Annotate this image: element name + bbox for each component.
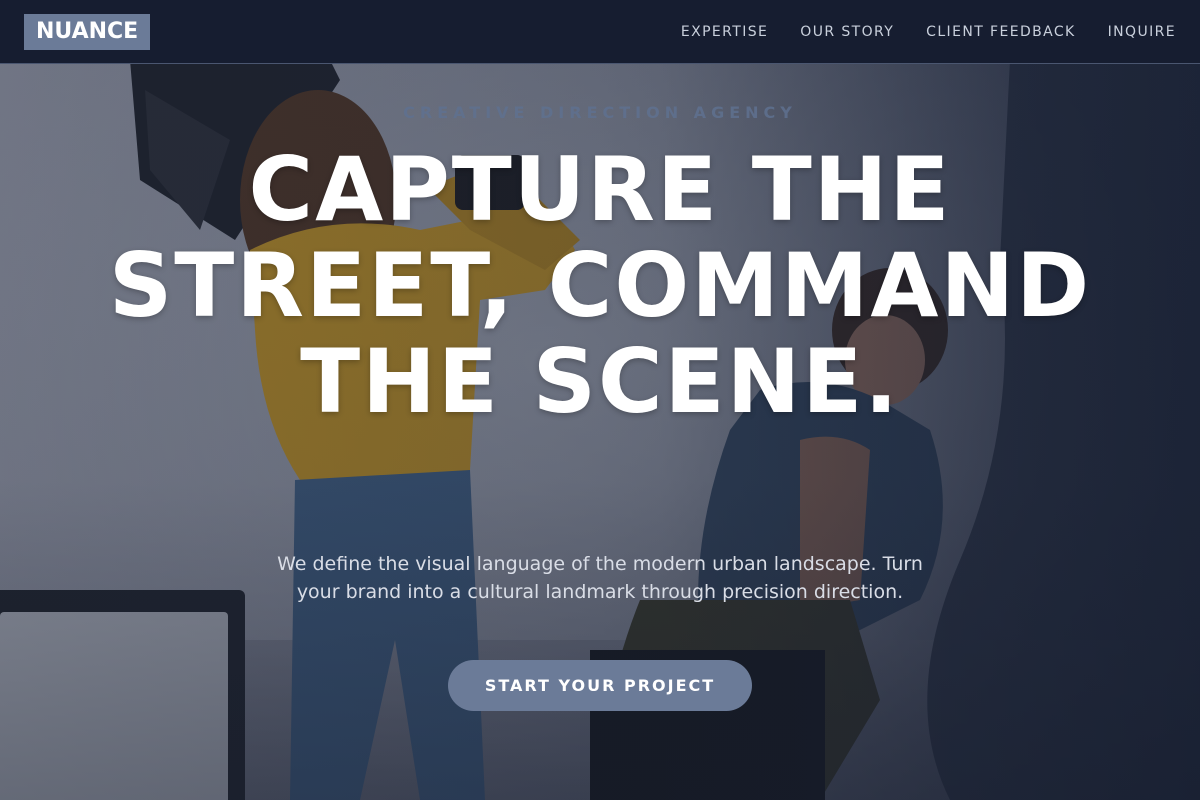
nav-link-inquire[interactable]: INQUIRE xyxy=(1108,24,1176,40)
landing-page: NUANCE EXPERTISE OUR STORY CLIENT FEEDBA… xyxy=(0,0,1200,800)
nav-link-expertise[interactable]: EXPERTISE xyxy=(681,24,768,40)
hero-eyebrow: CREATIVE DIRECTION AGENCY xyxy=(403,103,797,122)
hero-section: CREATIVE DIRECTION AGENCY CAPTURE THE ST… xyxy=(0,64,1200,800)
top-navigation: NUANCE EXPERTISE OUR STORY CLIENT FEEDBA… xyxy=(0,0,1200,64)
hero-headline: CAPTURE THE STREET, COMMAND THE SCENE. xyxy=(108,138,1092,433)
nav-links: EXPERTISE OUR STORY CLIENT FEEDBACK INQU… xyxy=(681,0,1176,64)
start-project-button[interactable]: START YOUR PROJECT xyxy=(448,660,752,711)
hero-subtext: We define the visual language of the mod… xyxy=(277,553,923,603)
nav-link-client-feedback[interactable]: CLIENT FEEDBACK xyxy=(926,24,1075,40)
nav-link-our-story[interactable]: OUR STORY xyxy=(800,24,894,40)
brand-logo[interactable]: NUANCE xyxy=(24,14,151,50)
